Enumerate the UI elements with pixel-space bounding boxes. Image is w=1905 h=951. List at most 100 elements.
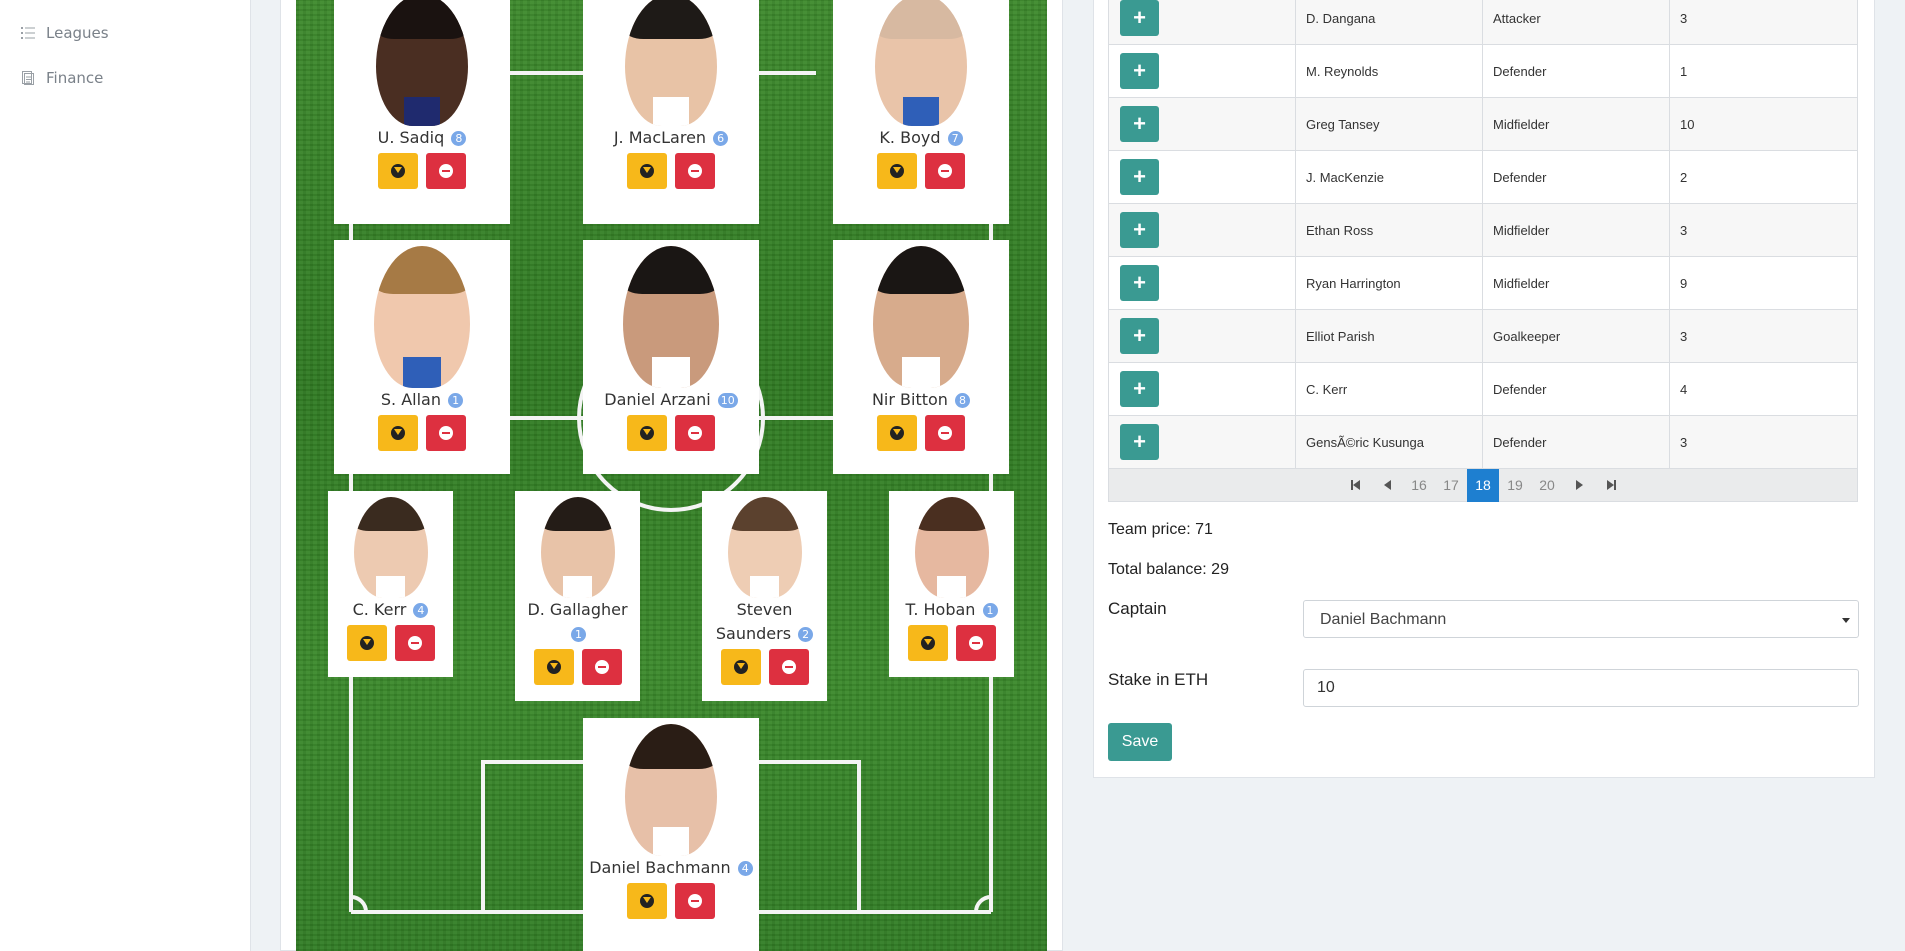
stake-label: Stake in ETH [1108, 670, 1209, 689]
player-price-badge: 4 [413, 603, 429, 618]
player-name-cell: Ryan Harrington [1295, 256, 1483, 310]
substitute-button[interactable] [627, 415, 667, 451]
page-20[interactable]: 20 [1531, 469, 1563, 502]
arrow-down-circle-icon [546, 660, 561, 674]
substitute-button[interactable] [378, 153, 418, 189]
first-page-button[interactable] [1339, 469, 1371, 502]
table-row: + Elliot Parish Goalkeeper 3 [1108, 309, 1858, 363]
remove-player-button[interactable] [675, 883, 715, 919]
remove-player-button[interactable] [925, 153, 965, 189]
add-player-button[interactable]: + [1120, 318, 1159, 354]
page-18[interactable]: 18 [1467, 468, 1499, 502]
sidebar-item-leagues[interactable]: Leagues [20, 24, 109, 42]
remove-player-button[interactable] [675, 153, 715, 189]
minus-circle-icon [938, 426, 952, 440]
players-table: + D. Dangana Attacker 3 + M. Reynolds Defender… [1108, 0, 1858, 469]
captain-label: Captain [1108, 599, 1167, 618]
table-row: + Greg Tansey Midfielder 10 [1108, 97, 1858, 151]
add-player-button[interactable]: + [1120, 0, 1159, 36]
add-player-button[interactable]: + [1120, 159, 1159, 195]
save-button[interactable]: Save [1108, 723, 1172, 761]
remove-player-button[interactable] [675, 415, 715, 451]
player-photo [727, 497, 802, 598]
sidebar-item-label: Leagues [46, 24, 109, 42]
arrow-down-circle-icon [640, 894, 654, 908]
position-cell: Defender [1482, 150, 1670, 204]
player-name-cell: Elliot Parish [1295, 309, 1483, 363]
substitute-button[interactable] [627, 153, 667, 189]
substitute-button[interactable] [627, 883, 667, 919]
player-name: T. Hoban 1 [889, 598, 1014, 622]
add-player-button[interactable]: + [1120, 212, 1159, 248]
arrow-down-circle-icon [640, 164, 654, 178]
player-photo [914, 497, 989, 598]
page-16[interactable]: 16 [1403, 469, 1435, 502]
remove-player-button[interactable] [426, 415, 466, 451]
player-card: U. Sadiq 8 [334, 0, 510, 224]
prev-page-icon [1383, 480, 1391, 490]
table-row: + J. MacKenzie Defender 2 [1108, 150, 1858, 204]
substitute-button[interactable] [877, 415, 917, 451]
minus-circle-icon [407, 636, 422, 650]
add-player-button[interactable]: + [1120, 265, 1159, 301]
price-cell: 3 [1669, 309, 1858, 363]
minus-circle-icon [439, 426, 453, 440]
arrow-down-circle-icon [391, 164, 405, 178]
price-cell: 9 [1669, 256, 1858, 310]
next-page-button[interactable] [1563, 469, 1595, 502]
substitute-button[interactable] [346, 625, 387, 661]
remove-player-button[interactable] [426, 153, 466, 189]
player-photo [875, 0, 967, 126]
substitute-button[interactable] [877, 153, 917, 189]
player-photo [623, 246, 719, 388]
table-row: + C. Kerr Defender 4 [1108, 362, 1858, 416]
player-card: Nir Bitton 8 [833, 240, 1009, 474]
player-price-badge: 4 [737, 861, 753, 876]
player-name-cell: M. Reynolds [1295, 44, 1483, 98]
add-player-button[interactable]: + [1120, 106, 1159, 142]
minus-circle-icon [688, 894, 702, 908]
player-price-badge: 1 [448, 393, 464, 408]
substitute-button[interactable] [720, 649, 761, 685]
player-card: C. Kerr 4 [328, 491, 453, 677]
page-17[interactable]: 17 [1435, 469, 1467, 502]
remove-player-button[interactable] [925, 415, 965, 451]
table-row: + D. Dangana Attacker 3 [1108, 0, 1858, 45]
remove-player-button[interactable] [581, 649, 622, 685]
sidebar-item-finance[interactable]: Finance [20, 69, 103, 87]
arrow-down-circle-icon [890, 426, 904, 440]
player-name: D. Gallagher 1 [527, 600, 628, 642]
remove-player-button[interactable] [955, 625, 996, 661]
substitute-button[interactable] [907, 625, 948, 661]
document-icon [22, 71, 34, 85]
minus-circle-icon [938, 164, 952, 178]
player-photo [353, 497, 428, 598]
minus-circle-icon [439, 164, 453, 178]
player-card: Daniel Arzani 10 [583, 240, 759, 474]
total-balance: Total balance: 29 [1108, 561, 1229, 578]
minus-circle-icon [781, 660, 796, 674]
add-player-button[interactable]: + [1120, 424, 1159, 460]
table-row: + GensÃ©ric Kusunga Defender 3 [1108, 415, 1858, 469]
remove-player-button[interactable] [394, 625, 435, 661]
minus-circle-icon [594, 660, 609, 674]
page-19[interactable]: 19 [1499, 469, 1531, 502]
player-name-cell: J. MacKenzie [1295, 150, 1483, 204]
captain-select-value: Daniel Bachmann [1320, 611, 1447, 628]
add-player-button[interactable]: + [1120, 53, 1159, 89]
player-photo [873, 246, 969, 388]
add-player-button[interactable]: + [1120, 371, 1159, 407]
last-page-button[interactable] [1595, 469, 1627, 502]
player-price-badge: 1 [571, 627, 586, 642]
captain-select[interactable]: Daniel Bachmann [1303, 600, 1859, 638]
player-name-cell: GensÃ©ric Kusunga [1295, 415, 1483, 469]
last-page-icon [1606, 480, 1614, 490]
substitute-button[interactable] [378, 415, 418, 451]
minus-circle-icon [688, 426, 702, 440]
prev-page-button[interactable] [1371, 469, 1403, 502]
remove-player-button[interactable] [768, 649, 809, 685]
price-cell: 3 [1669, 415, 1858, 469]
substitute-button[interactable] [533, 649, 574, 685]
position-cell: Defender [1482, 415, 1670, 469]
stake-input[interactable] [1303, 669, 1859, 707]
